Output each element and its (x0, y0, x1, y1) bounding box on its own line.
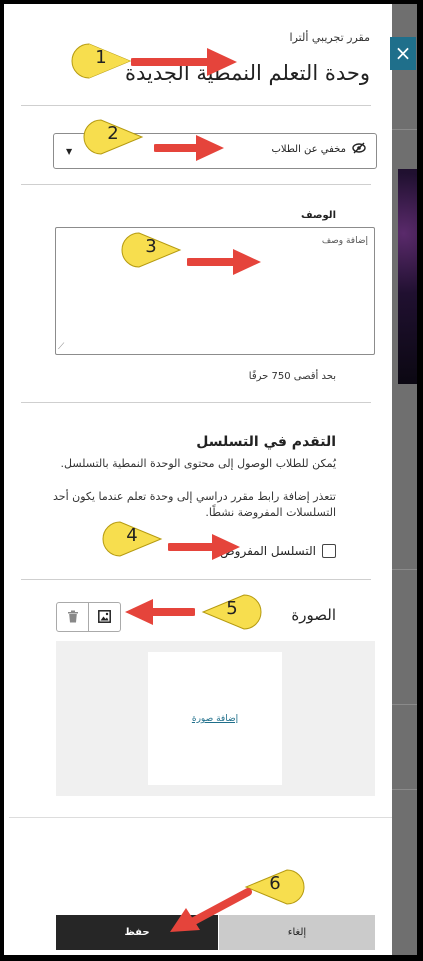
background-divider (392, 704, 417, 705)
description-label: الوصف (300, 210, 336, 221)
close-icon: × (394, 41, 412, 65)
trash-icon (67, 608, 79, 627)
change-image-button[interactable] (88, 602, 121, 632)
sequence-title: التقدم في التسلسل (196, 434, 336, 450)
image-section-title: الصورة (291, 606, 336, 624)
callout-arrow (185, 246, 263, 282)
callout-6: 6 (244, 868, 306, 906)
callout-4: 4 (101, 520, 163, 558)
delete-image-button[interactable] (56, 602, 89, 632)
callout-arrow (166, 531, 242, 567)
divider (9, 817, 392, 818)
callout-arrow (152, 132, 226, 168)
divider (21, 184, 371, 185)
description-placeholder: إضافة وصف (321, 236, 368, 246)
eye-slash-icon (352, 142, 366, 158)
callout-arrow (123, 596, 197, 632)
chevron-down-icon: ▼ (66, 147, 73, 156)
divider (21, 105, 371, 106)
background-divider (392, 129, 417, 130)
screenshot-frame: مقرر تجريبي ألترا وحدة التعلم النمطية ال… (4, 4, 417, 955)
background-page (392, 4, 417, 955)
sequence-description: يُمكن للطلاب الوصول إلى محتوى الوحدة الن… (60, 457, 337, 470)
callout-5: 5 (201, 593, 263, 631)
sequence-note: تتعذر إضافة رابط مقرر دراسي إلى وحدة تعل… (53, 490, 336, 519)
image-placeholder-card[interactable]: إضافة صورة (148, 652, 282, 785)
course-name: مقرر تجريبي ألترا (289, 31, 370, 44)
forced-sequence-checkbox[interactable] (322, 544, 336, 558)
background-image (398, 169, 417, 384)
image-drop-area: إضافة صورة (56, 641, 375, 796)
callout-arrow (129, 44, 241, 84)
divider (21, 579, 371, 580)
callout-2: 2 (82, 118, 144, 156)
resize-handle-icon[interactable]: ⟋ (58, 342, 64, 352)
background-divider (392, 569, 417, 570)
divider (21, 402, 371, 403)
visibility-value: مخفي عن الطلاب (271, 144, 346, 155)
add-image-link[interactable]: إضافة صورة (148, 714, 282, 724)
callout-1: 1 (70, 42, 132, 80)
callout-3: 3 (120, 231, 182, 269)
image-icon (98, 608, 111, 627)
close-button[interactable]: × (390, 37, 416, 70)
background-divider (392, 789, 417, 790)
max-chars-hint: بحد أقصى 750 حرفًا (248, 371, 336, 382)
callout-arrow (166, 888, 252, 938)
